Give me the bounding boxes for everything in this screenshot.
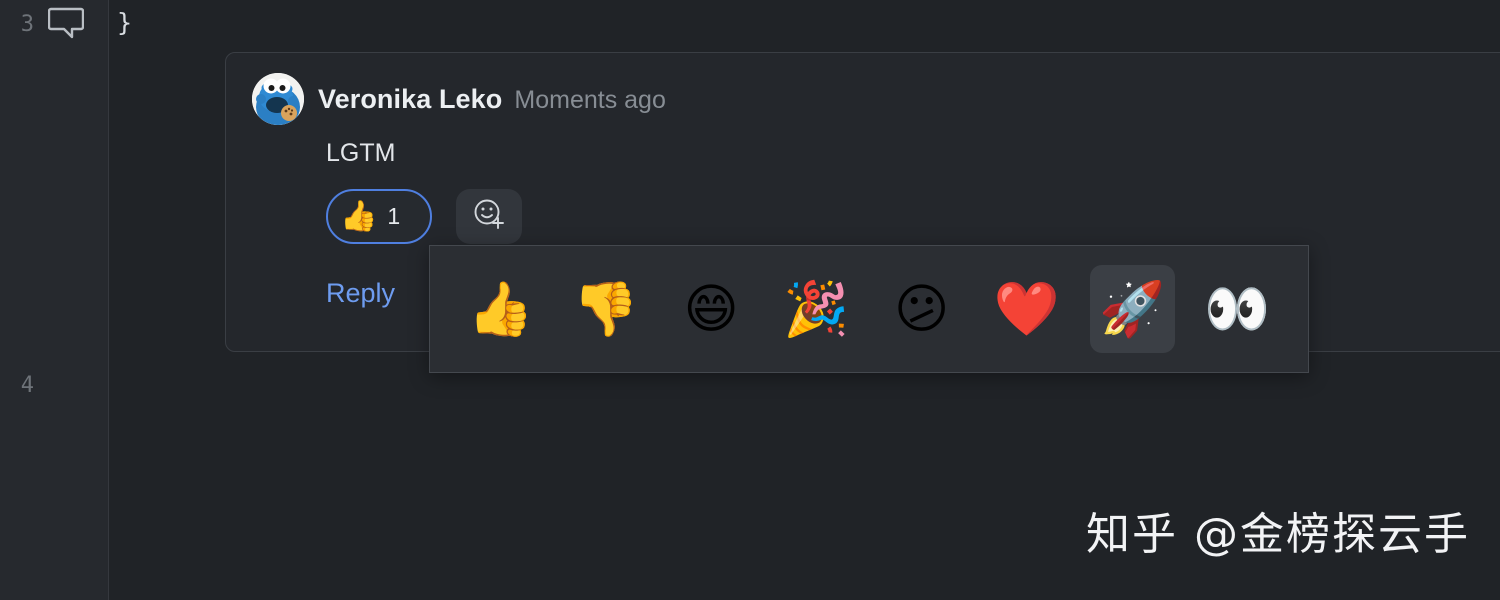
- thumbs-up-icon: 👍: [340, 199, 378, 233]
- emoji-option-red-heart[interactable]: ❤️: [984, 265, 1069, 353]
- reply-link[interactable]: Reply: [326, 278, 395, 309]
- line-number-4: 4: [20, 373, 34, 398]
- avatar[interactable]: [252, 73, 304, 125]
- line-number-3: 3: [20, 12, 34, 37]
- emoji-option-grinning-smiling-eyes[interactable]: 😄: [669, 265, 754, 353]
- smiley-plus-icon: [472, 197, 506, 236]
- emoji-picker-popup[interactable]: 👍 👎 😄 🎉 😕 ❤️ 🚀 👀: [429, 245, 1309, 373]
- emoji-option-thumbs-up[interactable]: 👍: [458, 265, 543, 353]
- reaction-count: 1: [387, 203, 401, 229]
- emoji-option-confused-face[interactable]: 😕: [879, 265, 964, 353]
- author-line: Veronika Leko Moments ago: [318, 84, 666, 115]
- gutter-row-3: 3: [0, 2, 108, 48]
- code-editor: 3 4 } Veronika Leko Moments ago LGTM 👍 1…: [0, 0, 1500, 600]
- emoji-option-rocket[interactable]: 🚀: [1089, 265, 1175, 353]
- comment-bubble-icon[interactable]: [47, 7, 85, 44]
- watermark-text: 知乎 @金榜探云手: [1086, 509, 1470, 560]
- comment-header: Veronika Leko Moments ago: [252, 73, 666, 125]
- emoji-option-party-popper[interactable]: 🎉: [774, 265, 859, 353]
- comment-author-name[interactable]: Veronika Leko: [318, 84, 502, 115]
- reaction-bar: 👍 1: [326, 189, 522, 244]
- editor-gutter: 3 4: [0, 0, 109, 600]
- emoji-option-thumbs-down[interactable]: 👎: [563, 265, 648, 353]
- emoji-option-eyes[interactable]: 👀: [1195, 265, 1280, 353]
- code-line-closing-brace: }: [117, 8, 133, 37]
- gutter-row-4: 4: [0, 363, 108, 409]
- add-reaction-button[interactable]: [456, 189, 522, 244]
- comment-body-text: LGTM: [326, 139, 396, 167]
- comment-timestamp: Moments ago: [514, 85, 666, 114]
- reaction-pill-thumbs-up[interactable]: 👍 1: [326, 189, 432, 244]
